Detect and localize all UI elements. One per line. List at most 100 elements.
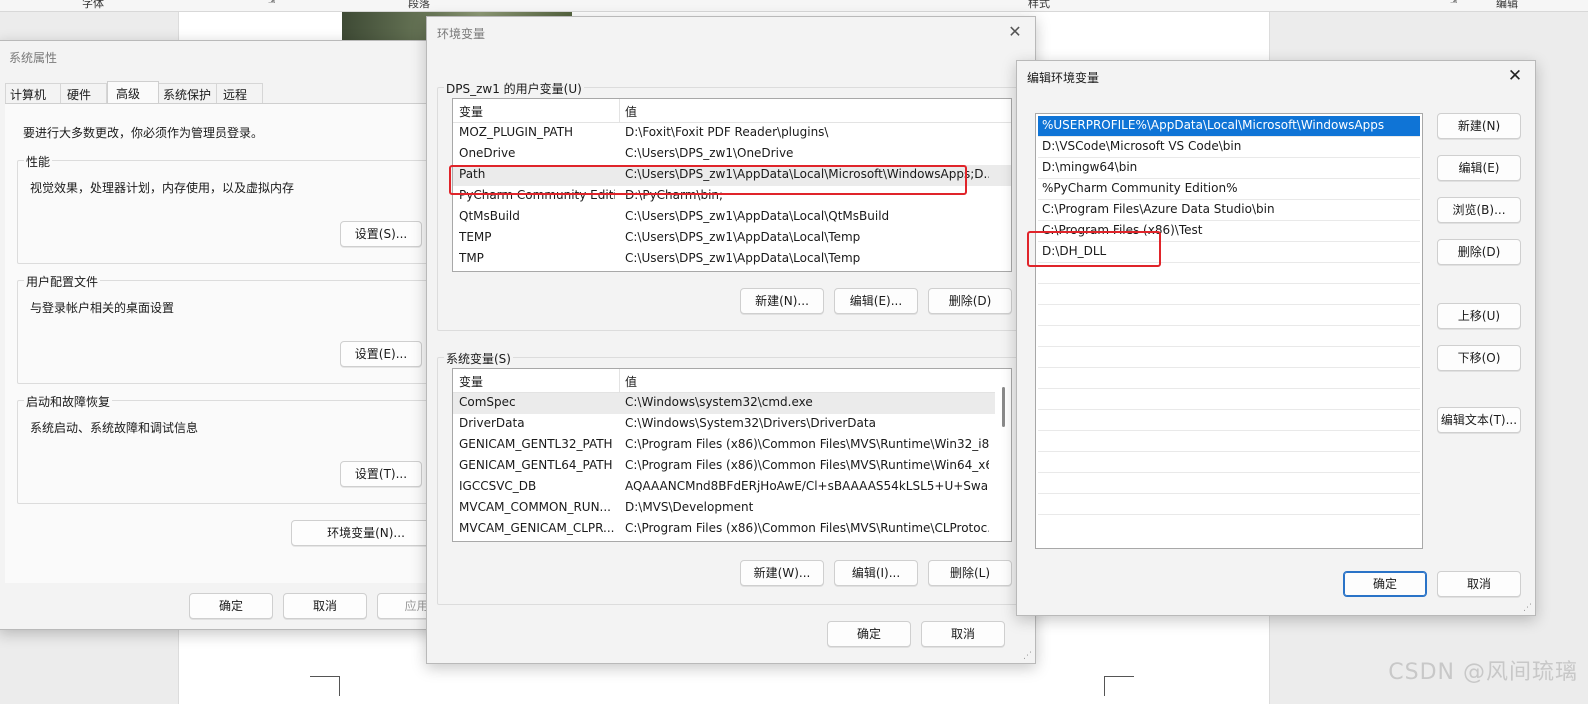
environment-variables-window: 环境变量 ✕ DPS_zw1 的用户变量(U) 变量 值 MOZ_PLUGIN_… [426, 16, 1036, 664]
path-highlight-box [449, 165, 967, 195]
empty-row[interactable] [1038, 452, 1420, 473]
close-icon[interactable]: ✕ [1503, 65, 1527, 87]
admin-note: 要进行大多数更改，你必须作为管理员登录。 [23, 126, 264, 140]
tab-panel-advanced: 要进行大多数更改，你必须作为管理员登录。 性能 视觉效果，处理器计划，内存使用，… [5, 103, 441, 583]
user-edit-button[interactable]: 编辑(E)... [834, 288, 918, 314]
group-label: 启动和故障恢复 [24, 393, 113, 410]
empty-row[interactable] [1038, 431, 1420, 452]
ok-button[interactable]: 确定 [189, 593, 273, 619]
ribbon-group-editing: 编辑 [1496, 0, 1518, 10]
ok-button[interactable]: 确定 [827, 621, 911, 647]
scrollbar-thumb[interactable] [1002, 387, 1005, 427]
empty-row[interactable] [1038, 284, 1420, 305]
table-row[interactable]: IGCCSVC_DB AQAAANCMnd8BFdERjHoAwE/Cl+sBAA… [453, 477, 1011, 498]
column-header-variable[interactable]: 变量 [459, 373, 483, 390]
empty-row[interactable] [1038, 410, 1420, 431]
user-new-button[interactable]: 新建(N)... [740, 288, 824, 314]
profile-settings-button[interactable]: 设置(E)... [340, 341, 422, 367]
group-label: DPS_zw1 的用户变量(U) [444, 80, 584, 97]
window-title: 环境变量 [437, 27, 486, 41]
column-header-value[interactable]: 值 [625, 373, 637, 390]
table-row[interactable]: TEMP C:\Users\DPS_zw1\AppData\Local\Temp [453, 228, 1011, 249]
move-down-button[interactable]: 下移(O) [1437, 345, 1521, 371]
dialog-launcher-icon[interactable]: ⇲ [268, 0, 276, 6]
word-ribbon: 字体 ⇲ 段落 样式 ⇲ 编辑 [0, 0, 1588, 12]
path-entries-list[interactable]: %USERPROFILE%\AppData\Local\Microsoft\Wi… [1035, 113, 1423, 549]
column-header-variable[interactable]: 变量 [459, 103, 483, 120]
dialog-launcher-icon[interactable]: ⇲ [1450, 0, 1458, 6]
edit-entry-button[interactable]: 编辑(E) [1437, 155, 1521, 181]
environment-variables-button[interactable]: 环境变量(N)... [291, 520, 441, 546]
table-row[interactable]: GENICAM_GENTL64_PATH C:\Program Files (x8… [453, 456, 1011, 477]
ribbon-group-font: 字体 [82, 0, 104, 10]
table-row[interactable]: ComSpec C:\Windows\system32\cmd.exe [453, 393, 1011, 414]
list-item[interactable]: D:\mingw64\bin [1038, 158, 1420, 179]
empty-row[interactable] [1038, 368, 1420, 389]
system-delete-button[interactable]: 删除(L) [928, 560, 1012, 586]
table-row[interactable]: MOZ_PLUGIN_PATH D:\Foxit\Foxit PDF Reader… [453, 123, 1011, 144]
edit-environment-variable-window: 编辑环境变量 ✕ %USERPROFILE%\AppData\Local\Mic… [1016, 60, 1536, 616]
dh-dll-highlight-box [1027, 231, 1161, 267]
system-variables-list[interactable]: 变量 值 ComSpec C:\Windows\system32\cmd.exe … [452, 368, 1012, 542]
performance-group: 性能 视觉效果，处理器计划，内存使用，以及虚拟内存 设置(S)... [17, 153, 441, 264]
empty-row[interactable] [1038, 305, 1420, 326]
table-row[interactable]: MVCAM_COMMON_RUN... D:\MVS\Development [453, 498, 1011, 519]
table-row[interactable]: MVCAM_GENICAM_CLPR... C:\Program Files (x… [453, 519, 1011, 540]
empty-row[interactable] [1038, 494, 1420, 515]
cancel-button[interactable]: 取消 [1437, 571, 1521, 597]
vertical-scrollbar[interactable] [995, 369, 1011, 541]
table-row[interactable]: DriverData C:\Windows\System32\Drivers\Dr… [453, 414, 1011, 435]
table-row[interactable]: TMP C:\Users\DPS_zw1\AppData\Local\Temp [453, 249, 1011, 270]
tab-computer-name[interactable]: 计算机名 [5, 83, 61, 119]
startup-recovery-group: 启动和故障恢复 系统启动、系统故障和调试信息 设置(T)... [17, 393, 441, 504]
system-variables-group: 系统变量(S) 变量 值 ComSpec C:\Windows\system32\… [437, 350, 1027, 605]
column-header-value[interactable]: 值 [625, 103, 637, 120]
tab-system-protection[interactable]: 系统保护 [159, 83, 217, 103]
system-properties-window: 系统属性 计算机名 硬件 高级 系统保护 远程 要进行大多数更改，你必须作为管理… [0, 40, 461, 630]
cancel-button[interactable]: 取消 [921, 621, 1005, 647]
performance-settings-button[interactable]: 设置(S)... [340, 221, 422, 247]
group-label: 性能 [24, 153, 53, 170]
list-header: 变量 值 [453, 99, 1011, 123]
window-title: 编辑环境变量 [1027, 71, 1100, 85]
page-corner-mark [310, 676, 340, 696]
list-item[interactable]: C:\Program Files\Azure Data Studio\bin [1038, 200, 1420, 221]
user-variables-group: DPS_zw1 的用户变量(U) 变量 值 MOZ_PLUGIN_PATH D:\… [437, 80, 1027, 331]
startup-settings-button[interactable]: 设置(T)... [340, 461, 422, 487]
empty-row[interactable] [1038, 347, 1420, 368]
close-icon[interactable]: ✕ [1003, 21, 1027, 43]
system-new-button[interactable]: 新建(W)... [740, 560, 824, 586]
table-row[interactable]: QtMsBuild C:\Users\DPS_zw1\AppData\Local\… [453, 207, 1011, 228]
watermark: CSDN @风间琉璃 [1388, 660, 1578, 685]
column-divider[interactable] [619, 99, 620, 123]
list-item[interactable]: %USERPROFILE%\AppData\Local\Microsoft\Wi… [1038, 116, 1420, 137]
group-desc: 系统启动、系统故障和调试信息 [30, 421, 199, 435]
table-row[interactable]: OneDrive C:\Users\DPS_zw1\OneDrive [453, 144, 1011, 165]
column-divider[interactable] [619, 369, 620, 393]
tab-bar: 计算机名 硬件 高级 系统保护 远程 [5, 81, 425, 119]
table-row[interactable]: GENICAM_GENTL32_PATH C:\Program Files (x8… [453, 435, 1011, 456]
tab-hardware[interactable]: 硬件 [61, 83, 107, 103]
list-item[interactable]: %PyCharm Community Edition% [1038, 179, 1420, 200]
system-edit-button[interactable]: 编辑(I)... [834, 560, 918, 586]
empty-row[interactable] [1038, 515, 1420, 536]
new-entry-button[interactable]: 新建(N) [1437, 113, 1521, 139]
list-header: 变量 值 [453, 369, 1011, 393]
browse-button[interactable]: 浏览(B)... [1437, 197, 1521, 223]
tab-advanced[interactable]: 高级 [107, 81, 159, 105]
ok-button[interactable]: 确定 [1343, 571, 1427, 597]
list-item[interactable]: D:\VSCode\Microsoft VS Code\bin [1038, 137, 1420, 158]
window-title: 系统属性 [9, 51, 58, 65]
group-desc: 与登录帐户相关的桌面设置 [30, 301, 175, 315]
tab-remote[interactable]: 远程 [217, 83, 263, 103]
move-up-button[interactable]: 上移(U) [1437, 303, 1521, 329]
resize-grip-icon[interactable]: ⋰ [1023, 651, 1032, 661]
user-delete-button[interactable]: 删除(D) [928, 288, 1012, 314]
cancel-button[interactable]: 取消 [283, 593, 367, 619]
empty-row[interactable] [1038, 473, 1420, 494]
resize-grip-icon[interactable]: ⋰ [1523, 603, 1532, 613]
edit-text-button[interactable]: 编辑文本(T)... [1437, 407, 1521, 433]
empty-row[interactable] [1038, 389, 1420, 410]
empty-row[interactable] [1038, 326, 1420, 347]
delete-entry-button[interactable]: 删除(D) [1437, 239, 1521, 265]
